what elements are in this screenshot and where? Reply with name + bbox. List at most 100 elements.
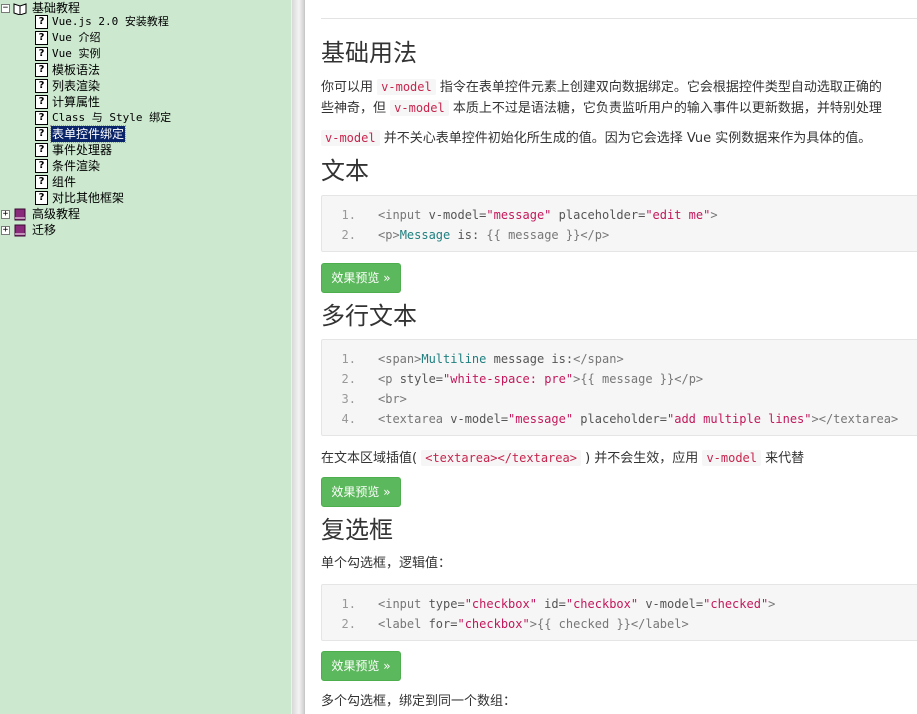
- tree-item-label: Class 与 Style 绑定: [52, 111, 172, 124]
- code-token: {{ message }}: [580, 372, 675, 386]
- tree-item-label: Vue 实例: [52, 47, 101, 60]
- tree-item[interactable]: ? 条件渲染: [35, 158, 101, 174]
- code-token: <p: [378, 372, 400, 386]
- code-token: id=: [536, 597, 566, 611]
- code-token: type=: [428, 597, 465, 611]
- code-token: Message: [399, 228, 451, 242]
- tree-item-label: 事件处理器: [52, 143, 113, 157]
- code-token: v-model=: [638, 597, 704, 611]
- help-page-icon: ?: [35, 111, 48, 125]
- code-line: 1. <input v-model= "message" placeholder= "…: [322, 205, 718, 225]
- code-token: Multiline: [421, 352, 487, 366]
- code-token: v-model=: [428, 208, 487, 222]
- heading-multiline: 多行文本: [321, 302, 417, 330]
- code-token: "message": [508, 412, 574, 426]
- code-token: "checked": [703, 597, 769, 611]
- tree-item-label: 对比其他框架: [52, 191, 125, 205]
- code-token: style=: [399, 372, 444, 386]
- help-page-icon: ?: [35, 31, 48, 45]
- preview-button[interactable]: 效果预览 »: [321, 263, 401, 293]
- line-number: 1.: [341, 352, 356, 366]
- code-block: 1. <span> Multiline message is: </span> 2. <p…: [321, 339, 917, 436]
- tree-item[interactable]: ? 计算属性: [35, 94, 101, 110]
- code-line: 1. <input type= "checkbox" id= "checkbox" v…: [322, 594, 776, 614]
- code-line: 1. <span> Multiline message is: </span>: [322, 349, 624, 369]
- tree-item[interactable]: ? Vue.js 2.0 安装教程: [35, 14, 170, 30]
- code-token: </span>: [573, 352, 624, 366]
- code-token: >: [710, 208, 718, 222]
- tree-item[interactable]: ? Class 与 Style 绑定: [35, 110, 172, 126]
- code-token: message is:: [486, 352, 574, 366]
- tree-item-label: 模板语法: [52, 63, 101, 77]
- closed-book-icon: [14, 208, 26, 220]
- tree-item[interactable]: ? 对比其他框架: [35, 190, 125, 206]
- help-page-icon: ?: [35, 15, 48, 29]
- paragraph: 多个勾选框，绑定到同一个数组：: [321, 694, 517, 709]
- open-book-icon: [13, 2, 27, 15]
- tutorial-tree: − 基础教程 ? Vue.js 2.0 安装教程? Vue 介绍? Vue 实例? 模板…: [0, 0, 291, 714]
- code-block: 1. <input v-model= "message" placeholder= "…: [321, 195, 917, 252]
- help-page-icon: ?: [35, 143, 48, 157]
- tree-item-label: Vue.js 2.0 安装教程: [52, 15, 169, 28]
- expand-icon[interactable]: +: [1, 225, 10, 235]
- tree-item[interactable]: ? 表单控件绑定: [35, 125, 127, 143]
- heading-text: 文本: [321, 157, 369, 185]
- heading-basic-usage: 基础用法: [321, 39, 417, 67]
- code-token: {{ message }}: [486, 228, 581, 242]
- closed-book-icon: [14, 224, 26, 236]
- help-page-icon: ?: [35, 175, 48, 189]
- code-token: "checkbox": [457, 617, 530, 631]
- code-token: <textarea: [378, 412, 451, 426]
- code-token: >: [529, 617, 537, 631]
- help-page-icon: ?: [35, 159, 48, 173]
- tree-item-label: 表单控件绑定: [49, 125, 127, 143]
- code-token: <span>: [378, 352, 422, 366]
- preview-button[interactable]: 效果预览 »: [321, 651, 401, 681]
- code-line: 2. <p> Message is: {{ message }} </p>: [322, 225, 610, 245]
- code-token: "message": [486, 208, 552, 222]
- code-token: placeholder=: [551, 208, 646, 222]
- code-token: <label: [378, 617, 429, 631]
- code-line: 3. <br>: [322, 389, 407, 409]
- help-page-icon: ?: [35, 95, 48, 109]
- tree-item[interactable]: ? 列表渲染: [35, 78, 101, 94]
- tree-item-advanced[interactable]: + 高级教程: [0, 206, 81, 222]
- article-content: 基础用法 你可以用 v-model 指令在表单控件元素上创建双向数据绑定。它会根…: [305, 0, 917, 714]
- help-page-icon: ?: [35, 79, 48, 93]
- line-number: 2.: [341, 372, 356, 386]
- code-block: 1. <input type= "checkbox" id= "checkbox" v…: [321, 584, 917, 641]
- code-token: v-model=: [450, 412, 509, 426]
- collapse-icon[interactable]: −: [1, 3, 10, 13]
- code-line: 2. <p style= "white-space: pre" >{{ message…: [322, 369, 704, 389]
- code-token: >: [573, 372, 581, 386]
- line-number: 2.: [341, 228, 356, 242]
- panel-splitter[interactable]: [291, 0, 305, 714]
- line-number: 2.: [341, 617, 356, 631]
- expand-icon[interactable]: +: [1, 209, 10, 219]
- tree-item[interactable]: ? 模板语法: [35, 62, 101, 78]
- paragraph: 单个勾选框，逻辑值：: [321, 556, 452, 571]
- tree-item[interactable]: ? 事件处理器: [35, 142, 113, 158]
- tree-item[interactable]: ? 组件: [35, 174, 77, 190]
- code-token: <input: [378, 208, 429, 222]
- tree-item-label: Vue 介绍: [52, 31, 101, 44]
- line-number: 4.: [341, 412, 356, 426]
- code-token: {{ checked }}: [536, 617, 631, 631]
- code-token: placeholder=: [573, 412, 667, 426]
- inline-code: v-model: [390, 100, 449, 116]
- tree-item-migration[interactable]: + 迁移: [0, 222, 57, 238]
- preview-button[interactable]: 效果预览 »: [321, 477, 401, 507]
- help-page-icon: ?: [35, 127, 48, 141]
- help-page-icon: ?: [35, 191, 48, 205]
- help-page-icon: ?: [35, 47, 48, 61]
- code-token: </p>: [580, 228, 610, 242]
- inline-code: <textarea></textarea>: [421, 450, 581, 466]
- tree-item[interactable]: ? Vue 实例: [35, 46, 102, 62]
- code-token: for=: [428, 617, 458, 631]
- code-token: "white-space: pre": [443, 372, 574, 386]
- code-token: <p>: [378, 228, 400, 242]
- line-number: 1.: [341, 208, 356, 222]
- code-token: "checkbox": [565, 597, 639, 611]
- tree-item-label: 列表渲染: [52, 79, 101, 93]
- tree-item[interactable]: ? Vue 介绍: [35, 30, 102, 46]
